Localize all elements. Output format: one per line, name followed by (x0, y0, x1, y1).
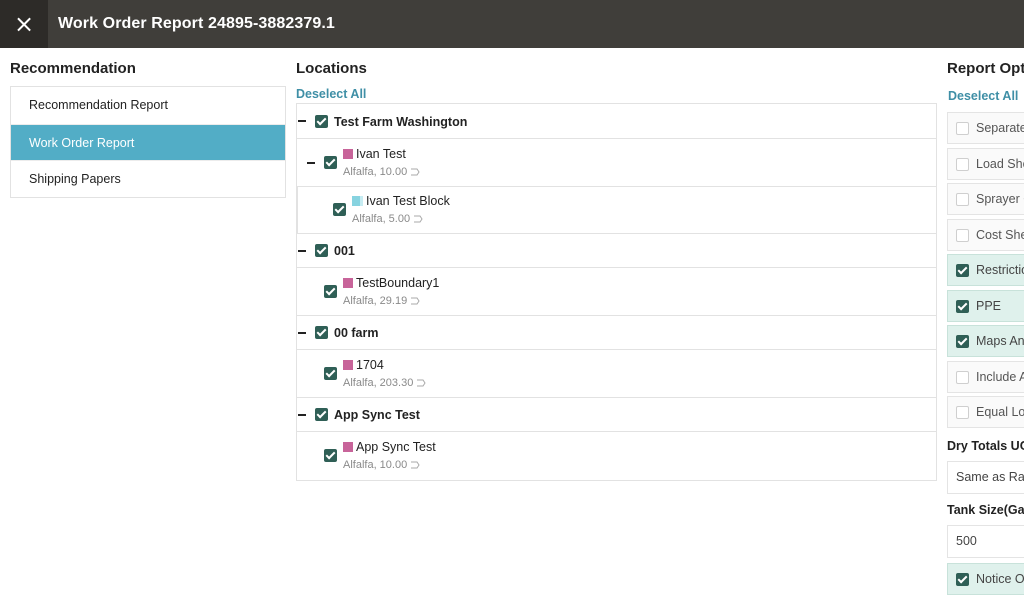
option-include[interactable]: Include A (947, 361, 1024, 393)
option-checkbox[interactable] (956, 335, 969, 348)
field-color-swatch (343, 442, 353, 452)
option-checkbox[interactable] (956, 264, 969, 277)
report-options-deselect-all-link[interactable]: Deselect All (948, 89, 1018, 103)
field-checkbox[interactable] (324, 156, 337, 169)
field-name: 1704 (343, 358, 384, 372)
option-checkbox[interactable] (956, 122, 969, 135)
block-color-swatch (352, 196, 363, 206)
field-color-swatch (343, 360, 353, 370)
close-icon[interactable]: × (14, 10, 34, 38)
option-checkbox[interactable] (956, 573, 969, 586)
collapse-icon[interactable] (307, 162, 315, 164)
option-maps[interactable]: Maps An (947, 325, 1024, 357)
notes-icon[interactable] (413, 214, 423, 224)
collapse-icon[interactable] (298, 120, 306, 122)
option-cost-sheet[interactable]: Cost She (947, 219, 1024, 251)
field-color-swatch (343, 278, 353, 288)
close-button[interactable]: × (0, 0, 48, 48)
field-detail: Alfalfa, 203.30 (343, 377, 426, 389)
farm-name: Test Farm Washington (334, 115, 468, 129)
option-restrictions[interactable]: Restrictio (947, 254, 1024, 286)
notes-icon[interactable] (410, 167, 420, 177)
field-name: Ivan Test (343, 147, 406, 161)
option-separate[interactable]: Separate (947, 112, 1024, 144)
tank-size-label: Tank Size(Gall (947, 503, 1024, 517)
option-checkbox[interactable] (956, 371, 969, 384)
option-load-sheet[interactable]: Load She (947, 148, 1024, 180)
collapse-icon[interactable] (298, 332, 306, 334)
notes-icon[interactable] (410, 296, 420, 306)
recommendation-list: Recommendation Report Work Order Report … (10, 86, 286, 198)
report-options-heading: Report Opt (947, 60, 1024, 77)
farm-name: App Sync Test (334, 408, 420, 422)
farm-row: Test Farm Washington (297, 104, 936, 139)
locations-deselect-all-link[interactable]: Deselect All (296, 87, 366, 101)
tank-size-input[interactable]: 500 (947, 525, 1024, 558)
block-name: Ivan Test Block (352, 194, 450, 208)
field-name: TestBoundary1 (343, 276, 439, 290)
farm-name: 001 (334, 244, 355, 258)
field-name: App Sync Test (343, 440, 436, 454)
farm-checkbox[interactable] (315, 326, 328, 339)
option-checkbox[interactable] (956, 193, 969, 206)
farm-checkbox[interactable] (315, 115, 328, 128)
collapse-icon[interactable] (298, 250, 306, 252)
field-checkbox[interactable] (324, 449, 337, 462)
page-title: Work Order Report 24895-3882379.1 (58, 15, 335, 32)
option-sprayer[interactable]: Sprayer C (947, 183, 1024, 215)
field-detail: Alfalfa, 10.00 (343, 459, 420, 471)
notes-icon[interactable] (416, 378, 426, 388)
rec-item-recommendation-report[interactable]: Recommendation Report (11, 87, 285, 124)
locations-tree: Test Farm Washington Ivan Test Alfalfa, … (296, 103, 937, 481)
farm-row: 00 farm (297, 316, 936, 350)
field-checkbox[interactable] (324, 367, 337, 380)
option-checkbox[interactable] (956, 300, 969, 313)
option-equal-loads[interactable]: Equal Loa (947, 396, 1024, 428)
field-detail: Alfalfa, 10.00 (343, 166, 420, 178)
field-row: Ivan Test Alfalfa, 10.00 (297, 139, 937, 187)
option-ppe[interactable]: PPE (947, 290, 1024, 322)
block-row: Ivan Test Block Alfalfa, 5.00 (297, 187, 936, 234)
dry-totals-label: Dry Totals UO (947, 439, 1024, 453)
collapse-icon[interactable] (298, 414, 306, 416)
option-checkbox[interactable] (956, 406, 969, 419)
locations-heading: Locations (296, 60, 367, 77)
rec-item-shipping-papers[interactable]: Shipping Papers (11, 160, 285, 197)
option-notice[interactable]: Notice O (947, 563, 1024, 595)
farm-checkbox[interactable] (315, 244, 328, 257)
notes-icon[interactable] (410, 460, 420, 470)
block-detail: Alfalfa, 5.00 (352, 213, 423, 225)
farm-row: App Sync Test (297, 398, 936, 432)
field-detail: Alfalfa, 29.19 (343, 295, 420, 307)
farm-row: 001 (297, 234, 936, 268)
field-row: TestBoundary1 Alfalfa, 29.19 (297, 268, 936, 316)
field-row: App Sync Test Alfalfa, 10.00 (297, 432, 936, 480)
field-color-swatch (343, 149, 353, 159)
field-row: 1704 Alfalfa, 203.30 (297, 350, 936, 398)
farm-checkbox[interactable] (315, 408, 328, 421)
title-bar: × Work Order Report 24895-3882379.1 (0, 0, 1024, 48)
field-checkbox[interactable] (324, 285, 337, 298)
farm-name: 00 farm (334, 326, 379, 340)
option-checkbox[interactable] (956, 229, 969, 242)
option-checkbox[interactable] (956, 158, 969, 171)
rec-item-work-order-report[interactable]: Work Order Report (11, 123, 285, 160)
block-checkbox[interactable] (333, 203, 346, 216)
recommendation-heading: Recommendation (10, 60, 136, 77)
dry-totals-select[interactable]: Same as Rate (947, 461, 1024, 494)
